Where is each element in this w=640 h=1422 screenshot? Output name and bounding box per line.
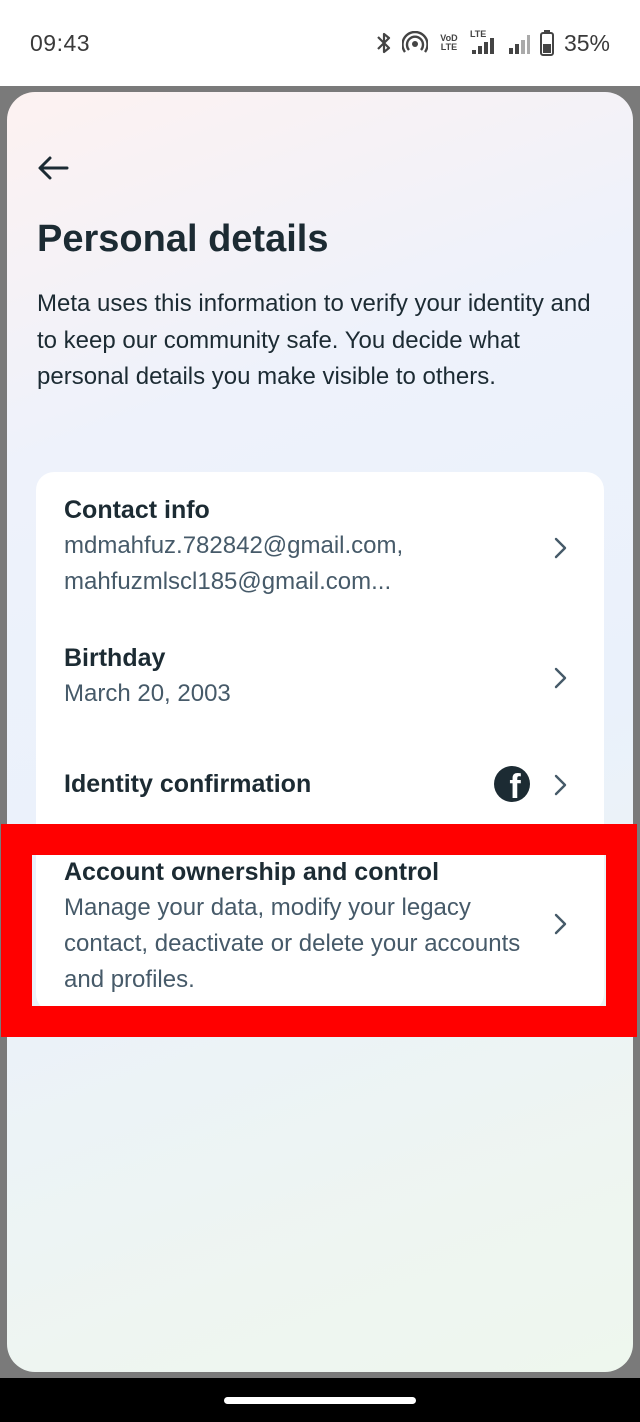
page-title: Personal details	[37, 218, 329, 260]
account-ownership-text: Account ownership and control Manage you…	[64, 854, 534, 998]
lte-signal-icon: LTE	[469, 29, 498, 54]
identity-text: Identity confirmation	[64, 766, 534, 802]
birthday-value: March 20, 2003	[64, 680, 231, 707]
list-item-identity-confirmation[interactable]: Identity confirmation f	[36, 764, 604, 804]
list-item-contact-info[interactable]: Contact info mdmahfuz.782842@gmail.com, …	[36, 492, 604, 604]
arrow-left-icon	[38, 156, 69, 180]
volte-icon: VoD LTE	[438, 34, 460, 52]
facebook-icon: f	[494, 766, 530, 802]
home-gesture-handle[interactable]	[224, 1396, 416, 1404]
contact-info-title: Contact info	[64, 496, 210, 524]
contact-info-email-2: mahfuzmlscl185@gmail.com...	[64, 568, 392, 595]
list-item-account-ownership[interactable]: Account ownership and control Manage you…	[36, 854, 604, 1000]
signal-icon	[508, 32, 530, 54]
chevron-right-icon	[552, 773, 568, 797]
account-ownership-title: Account ownership and control	[64, 858, 440, 886]
hotspot-icon	[401, 31, 428, 55]
contact-info-text: Contact info mdmahfuz.782842@gmail.com, …	[64, 492, 534, 600]
status-time: 09:43	[30, 29, 91, 56]
identity-title: Identity confirmation	[64, 770, 312, 798]
chevron-right-icon	[552, 666, 568, 690]
back-button[interactable]	[33, 148, 73, 188]
birthday-text: Birthday March 20, 2003	[64, 640, 534, 712]
status-icons: VoD LTE LTE 35%	[376, 30, 610, 57]
bluetooth-icon	[376, 31, 392, 55]
lte-label: LTE	[469, 29, 487, 39]
navigation-bar	[0, 1378, 640, 1422]
list-item-birthday[interactable]: Birthday March 20, 2003	[36, 640, 604, 716]
contact-info-email-1: mdmahfuz.782842@gmail.com,	[64, 532, 404, 559]
volte-label: VoD LTE	[440, 33, 458, 52]
birthday-title: Birthday	[64, 644, 166, 672]
chevron-right-icon	[552, 536, 568, 560]
page-description: Meta uses this information to verify you…	[37, 290, 591, 390]
battery-icon	[539, 30, 554, 56]
personal-details-sheet: Personal details Meta uses this informat…	[7, 92, 633, 1372]
chevron-right-icon	[552, 912, 568, 936]
battery-percent: 35%	[563, 29, 610, 56]
status-bar: 09:43 VoD LTE LTE 35%	[0, 0, 640, 86]
account-ownership-description: Manage your data, modify your legacy con…	[64, 894, 521, 993]
